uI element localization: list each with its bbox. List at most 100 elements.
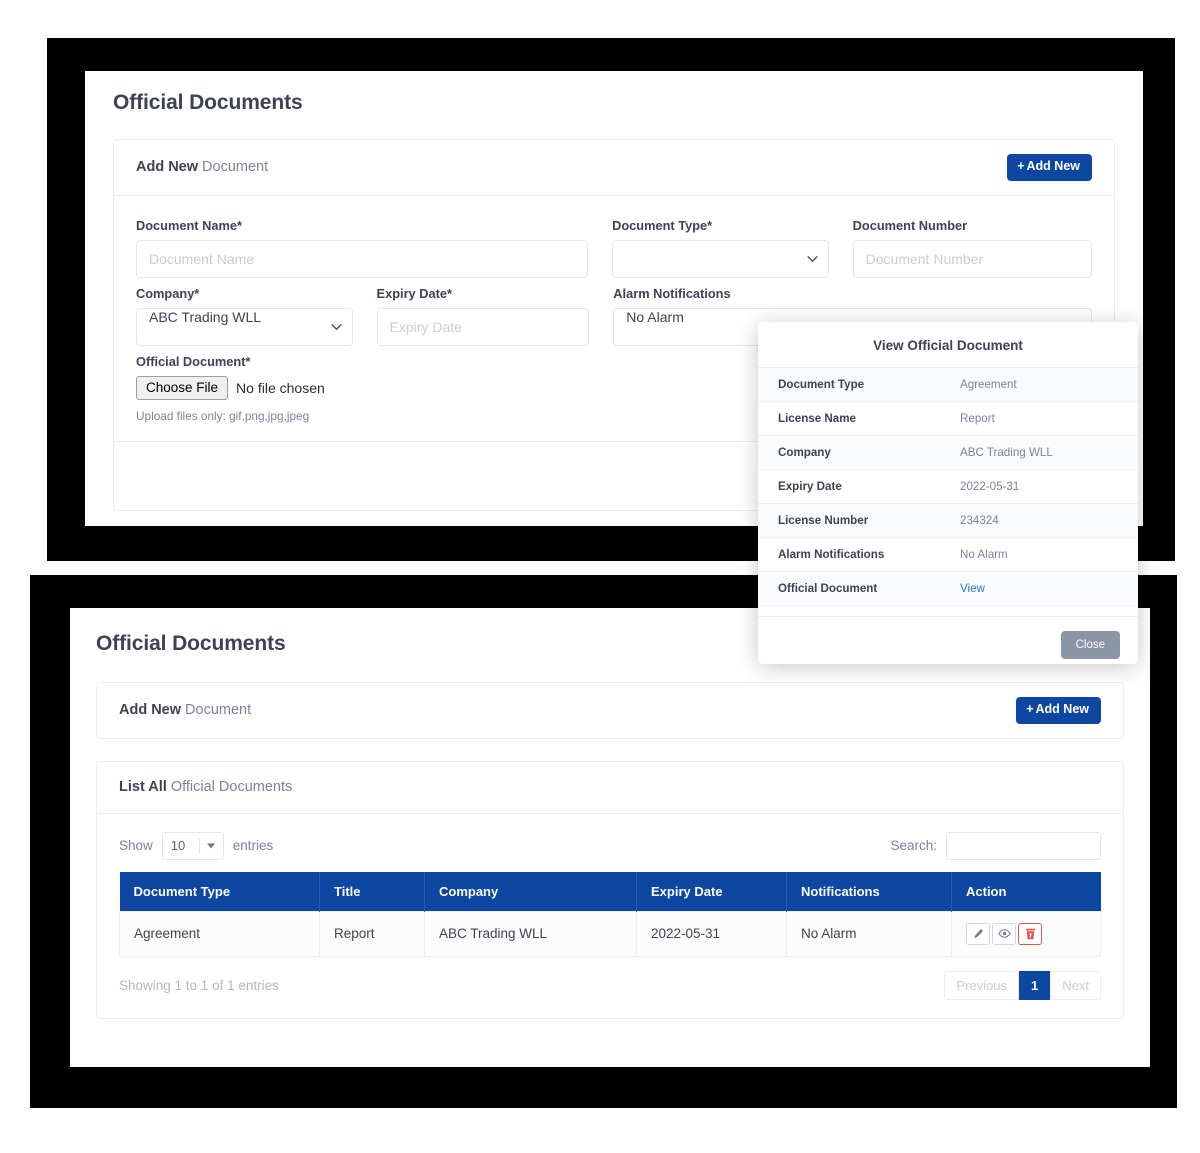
plus-icon: + [1026, 702, 1034, 716]
document-type-label: Document Type* [612, 217, 713, 233]
datatable-footer: Showing 1 to 1 of 1 entries Previous 1 N… [97, 957, 1123, 1018]
add-new-button-bottom-label: Add New [1035, 702, 1089, 716]
document-name-label: Document Name* [136, 217, 242, 233]
add-new-button-label: Add New [1026, 159, 1080, 173]
modal-row-company: Company ABC Trading WLL [758, 435, 1138, 470]
modal-row-license-name: License Name Report [758, 401, 1138, 436]
modal-close-button[interactable]: Close [1060, 631, 1120, 659]
card-title-bold: Add New [136, 159, 199, 176]
pagination-previous[interactable]: Previous [944, 970, 1020, 1000]
list-all-card-header: List All Official Documents [97, 762, 1123, 814]
modal-row-alarm-notifications: Alarm Notifications No Alarm [758, 537, 1138, 572]
expiry-date-input[interactable] [376, 307, 590, 346]
page-length-control: Show 10 entries [119, 831, 274, 860]
table-row: Agreement Report ABC Trading WLL 2022-05… [119, 910, 1101, 957]
row-action-group [966, 922, 1044, 945]
screenshot-stage: Official Documents Add New Document + Add… [0, 0, 1200, 1153]
modal-value-alarm-notifications: No Alarm [940, 537, 1138, 572]
document-number-input[interactable] [852, 239, 1092, 278]
field-expiry-date: Expiry Date* [376, 285, 614, 346]
pencil-edit-icon [973, 929, 983, 939]
company-select[interactable]: ABC Trading WLL [136, 307, 353, 346]
bottom-page: Official Documents Add New Document + Add… [70, 608, 1150, 1067]
cell-actions [951, 910, 1101, 957]
view-document-link[interactable]: View [960, 582, 985, 595]
page-length-select[interactable]: 10 [161, 831, 224, 860]
document-name-input[interactable] [136, 239, 589, 278]
add-new-document-card-bottom: Add New Document + Add New [96, 682, 1124, 739]
modal-key-document-type: Document Type [758, 367, 940, 402]
expiry-date-label: Expiry Date* [376, 285, 452, 301]
table-header-row: Document Type Title Company Expiry Date … [119, 871, 1101, 912]
add-new-button[interactable]: + Add New [1007, 154, 1092, 181]
delete-button[interactable] [1018, 922, 1042, 945]
modal-key-official-document: Official Document [758, 571, 940, 606]
column-company[interactable]: Company [424, 871, 637, 912]
modal-details-body: Document Type Agreement License Name Rep… [758, 367, 1138, 606]
card-title-rest: Document [198, 159, 269, 176]
card-title-bold: Add New [119, 702, 182, 719]
modal-key-expiry-date: Expiry Date [758, 469, 940, 504]
document-type-select-wrap [612, 239, 829, 278]
company-value: ABC Trading WLL [149, 308, 262, 325]
modal-title: View Official Document [873, 338, 1023, 353]
upload-hint: Upload files only: gif,png,jpg,jpeg [136, 408, 310, 423]
form-row-1: Document Name* Document Type* Document N… [136, 218, 1092, 278]
modal-row-expiry-date: Expiry Date 2022-05-31 [758, 469, 1138, 504]
company-label: Company* [136, 285, 200, 301]
column-expiry-date[interactable]: Expiry Date [636, 871, 787, 912]
modal-row-official-document: Official Document View [758, 571, 1138, 606]
search-label: Search: [890, 838, 937, 854]
cell-title: Report [319, 910, 425, 957]
plus-icon: + [1017, 159, 1025, 173]
modal-row-document-type: Document Type Agreement [758, 367, 1138, 402]
column-document-type[interactable]: Document Type [119, 871, 320, 912]
entries-info: Showing 1 to 1 of 1 entries [119, 977, 279, 993]
file-input-row[interactable]: Choose File No file chosen [136, 375, 636, 400]
documents-table: Document Type Title Company Expiry Date … [119, 871, 1101, 957]
search-input[interactable] [946, 831, 1101, 860]
edit-button[interactable] [966, 922, 990, 945]
card-title-rest: Document [181, 702, 252, 719]
field-document-number: Document Number [852, 218, 1092, 278]
cell-notifications: No Alarm [786, 910, 952, 957]
alarm-notifications-label: Alarm Notifications [613, 285, 731, 301]
modal-details-table: Document Type Agreement License Name Rep… [758, 367, 1138, 606]
list-all-title-bold: List All [119, 779, 167, 796]
company-select-wrap: ABC Trading WLL [136, 307, 353, 346]
modal-row-license-number: License Number 234324 [758, 503, 1138, 538]
add-new-button-bottom[interactable]: + Add New [1016, 697, 1101, 724]
entries-label: entries [232, 838, 274, 854]
alarm-notifications-value: No Alarm [626, 308, 684, 325]
modal-key-alarm-notifications: Alarm Notifications [758, 537, 940, 572]
add-new-document-card-title: Add New Document [136, 159, 268, 175]
view-button[interactable] [992, 922, 1016, 945]
modal-value-document-type: Agreement [940, 367, 1138, 402]
pagination-page-1[interactable]: 1 [1019, 970, 1051, 1000]
pagination: Previous 1 Next [944, 970, 1101, 1000]
show-label: Show [119, 838, 153, 854]
document-type-select[interactable] [612, 239, 829, 278]
delete-trash-icon [1025, 928, 1035, 939]
view-eye-icon [997, 929, 1011, 938]
list-all-documents-card: List All Official Documents Show 10 entr… [96, 760, 1124, 1019]
pagination-next[interactable]: Next [1050, 970, 1101, 1000]
search-control: Search: [890, 831, 1101, 860]
modal-value-expiry-date: 2022-05-31 [940, 469, 1138, 504]
select-divider [198, 837, 200, 854]
column-notifications[interactable]: Notifications [786, 871, 952, 912]
modal-key-license-name: License Name [758, 401, 940, 436]
cell-document-type: Agreement [119, 910, 320, 957]
modal-value-license-number: 234324 [940, 503, 1138, 538]
choose-file-button[interactable]: Choose File [136, 375, 229, 400]
page-title: Official Documents [113, 91, 303, 114]
add-new-document-card-bottom-header: Add New Document + Add New [97, 683, 1123, 738]
field-company: Company* ABC Trading WLL [136, 286, 377, 346]
column-title[interactable]: Title [319, 871, 425, 912]
add-new-document-card-header: Add New Document + Add New [114, 140, 1114, 196]
list-all-title-rest: Official Documents [166, 779, 293, 796]
documents-table-body: Agreement Report ABC Trading WLL 2022-05… [119, 910, 1101, 957]
modal-key-company: Company [758, 435, 940, 470]
cell-company: ABC Trading WLL [424, 910, 637, 957]
modal-value-company: ABC Trading WLL [940, 435, 1138, 470]
